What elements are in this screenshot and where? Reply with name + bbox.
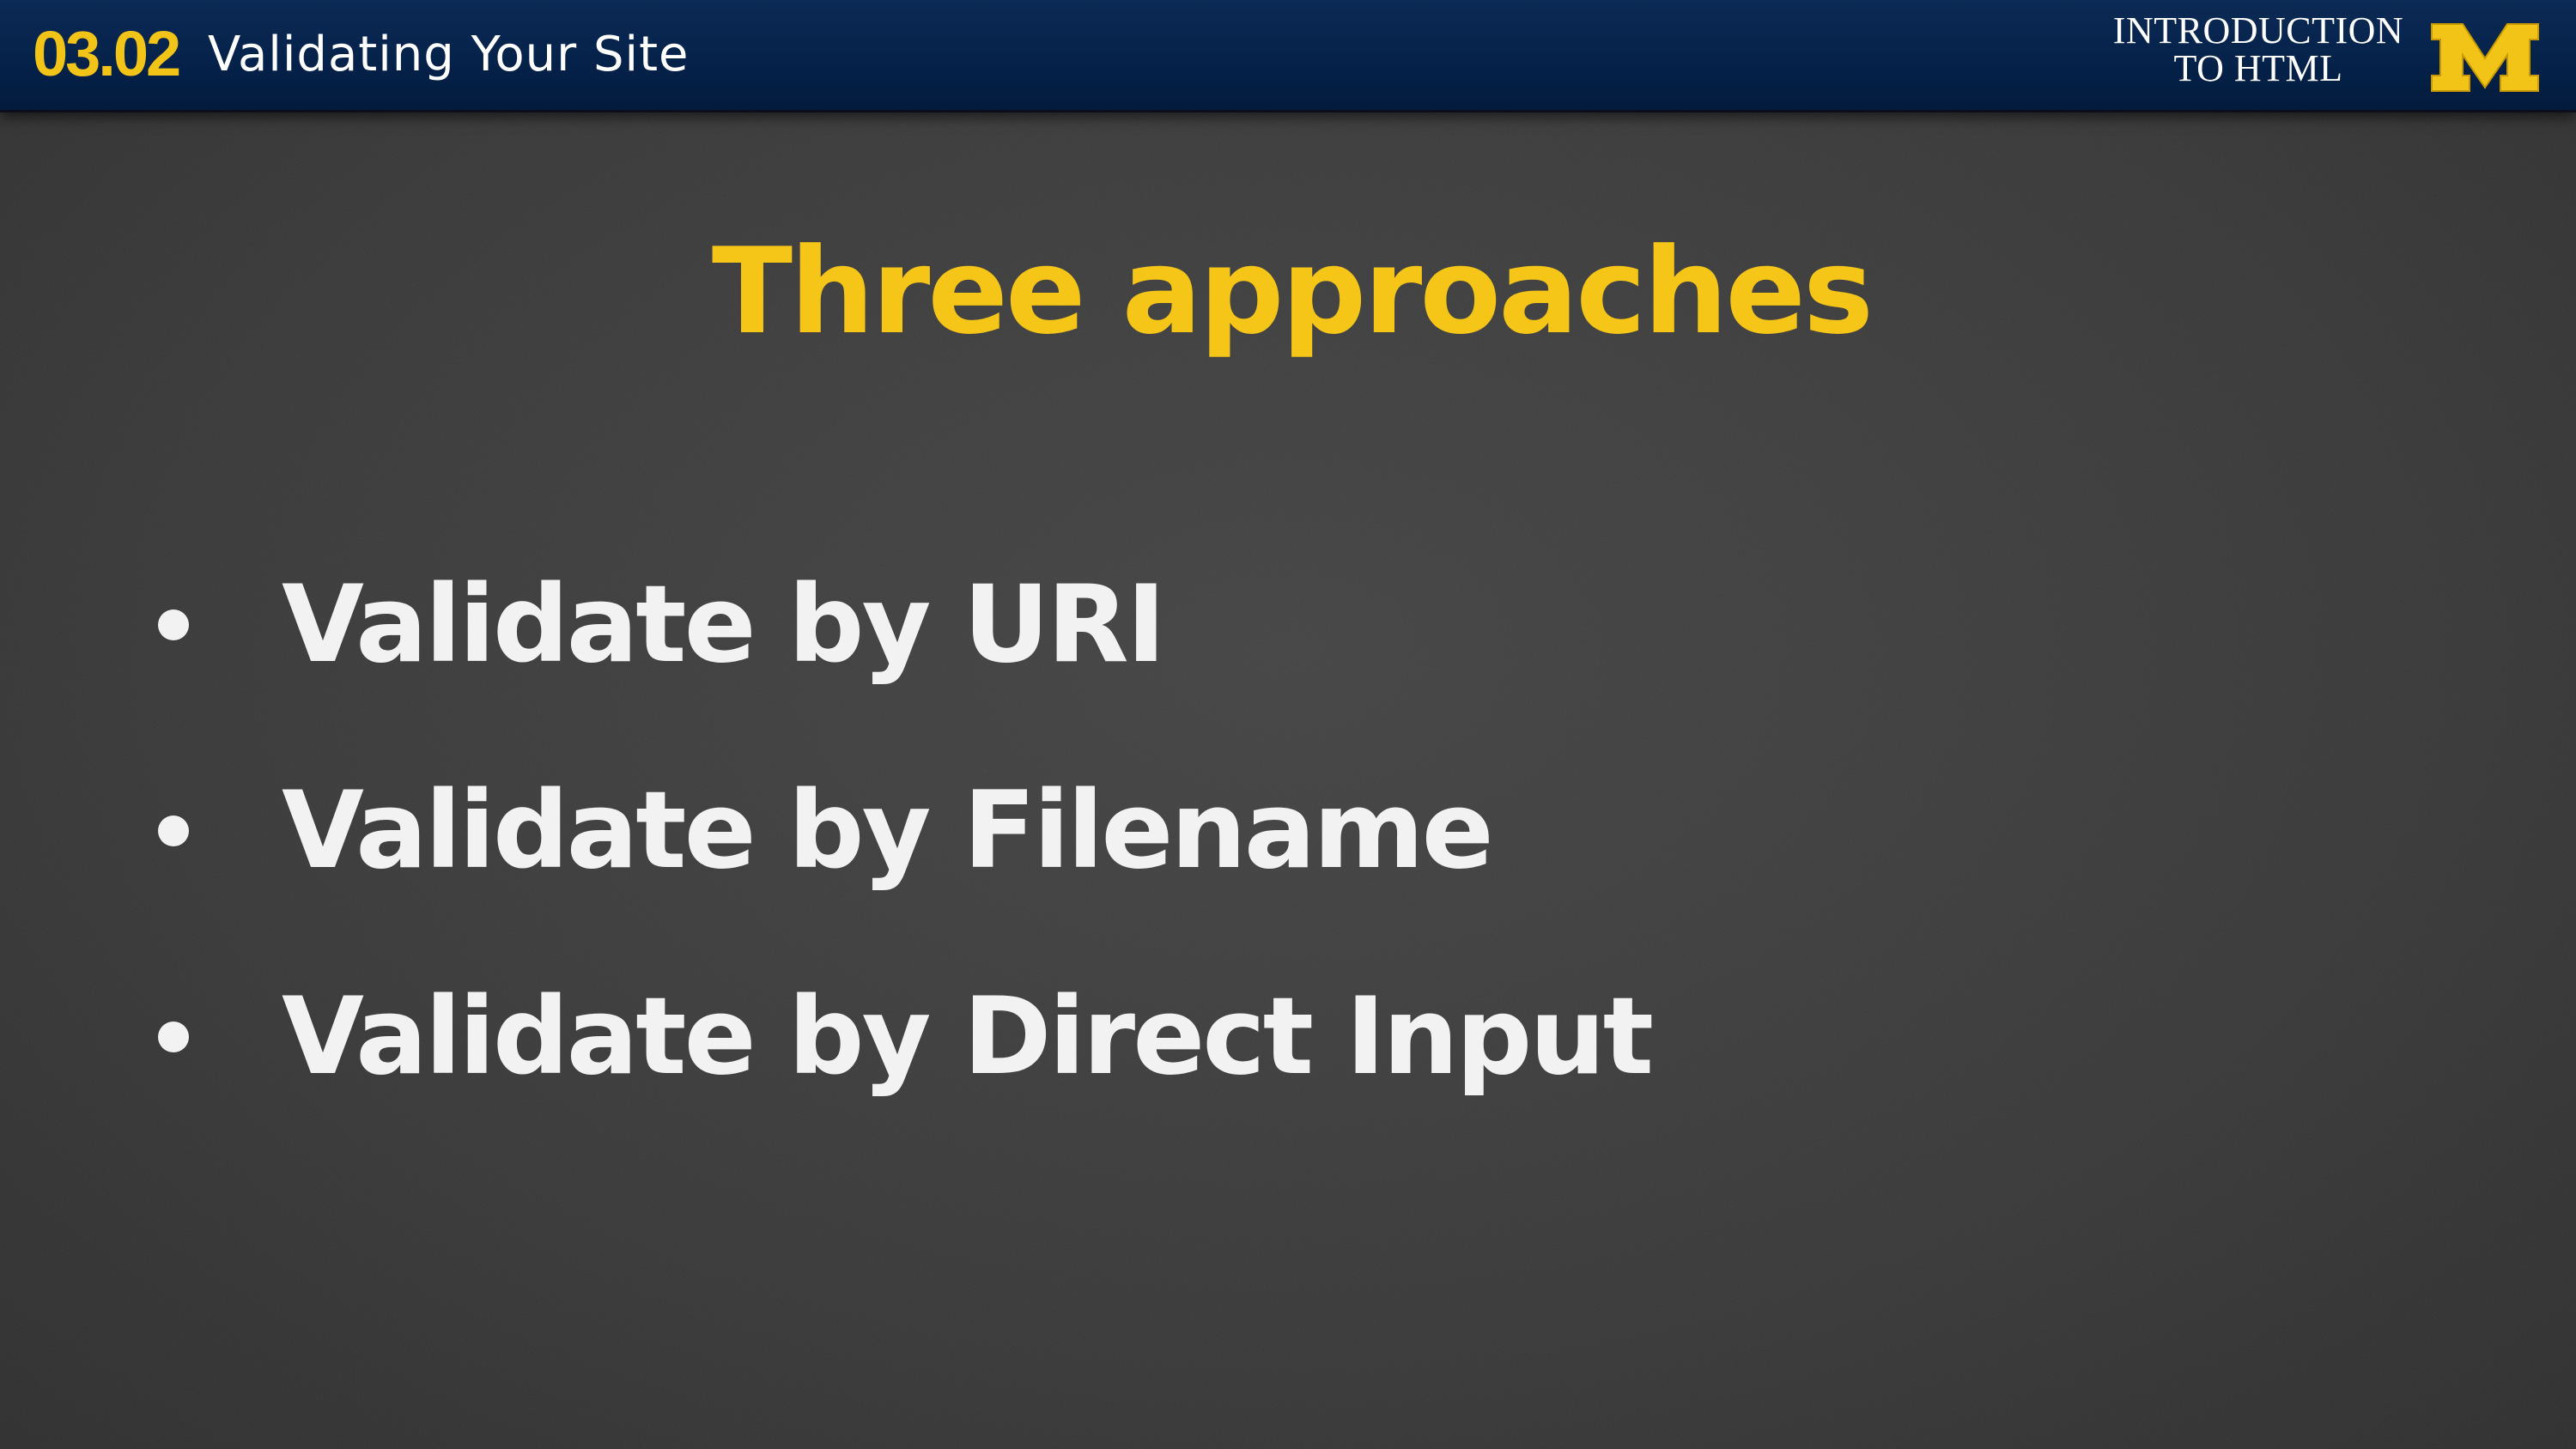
list-item: Validate by URI: [0, 556, 2576, 694]
bullet-icon: [158, 1022, 189, 1052]
bullet-icon: [158, 815, 189, 846]
bullet-list: Validate by URI Validate by Filename Val…: [0, 0, 2576, 1449]
bullet-text: Validate by Filename: [282, 769, 1494, 893]
list-item: Validate by Filename: [0, 762, 2576, 900]
list-item: Validate by Direct Input: [0, 968, 2576, 1106]
bullet-icon: [158, 609, 189, 640]
bullet-text: Validate by URI: [282, 563, 1166, 687]
bullet-text: Validate by Direct Input: [282, 975, 1654, 1099]
